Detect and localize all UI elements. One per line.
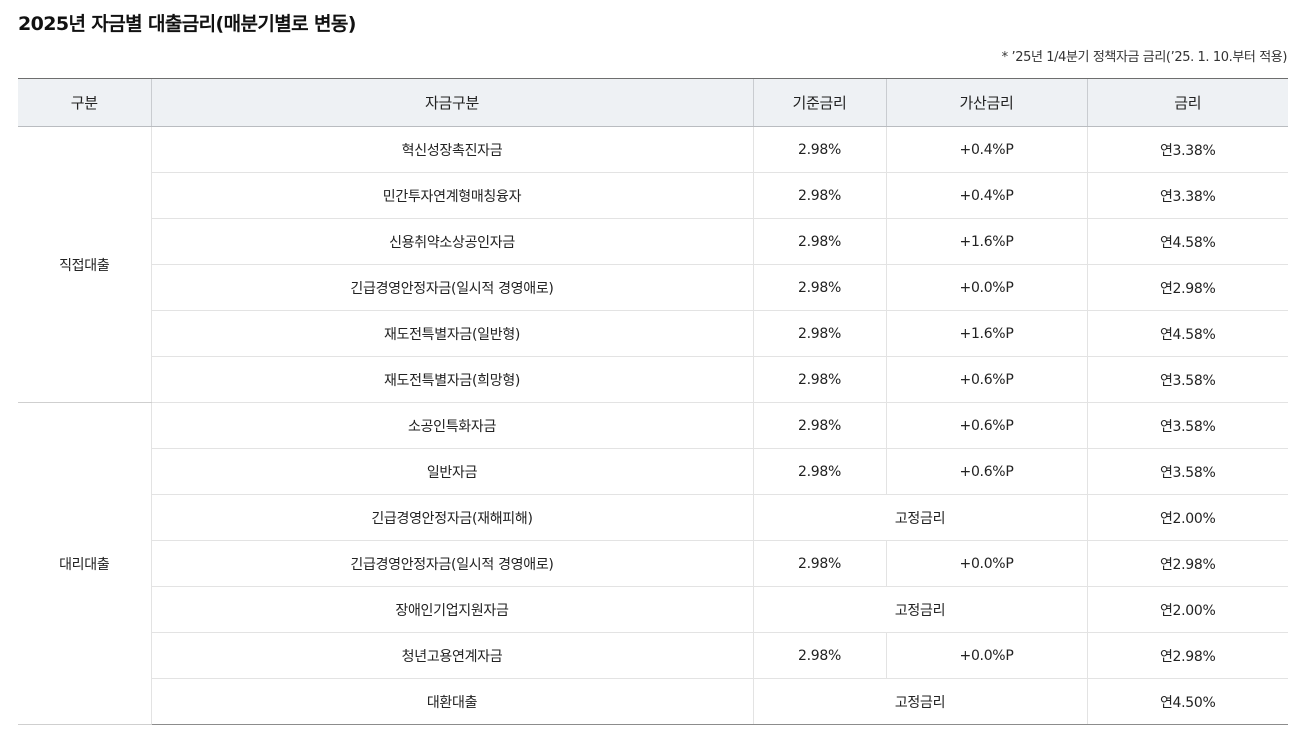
- fund-name-cell: 긴급경영안정자금(일시적 경영애로): [150, 540, 753, 587]
- rate-cell: 연3.38%: [1086, 126, 1288, 173]
- category-cell: 직접대출: [18, 126, 151, 403]
- spread-cell: +0.0%P: [885, 264, 1087, 311]
- fund-name-cell: 긴급경영안정자금(일시적 경영애로): [150, 264, 753, 311]
- rate-cell: 연2.00%: [1086, 494, 1288, 541]
- base-rate-cell: 2.98%: [752, 126, 886, 173]
- spread-cell: +0.0%P: [885, 540, 1087, 587]
- fund-name-cell: 혁신성장촉진자금: [150, 126, 753, 173]
- table-row: 장애인기업지원자금 고정금리 연2.00%: [18, 586, 1288, 633]
- spread-cell: +0.4%P: [885, 172, 1087, 219]
- rate-cell: 연3.58%: [1086, 356, 1288, 403]
- rate-cell: 연3.58%: [1086, 402, 1288, 449]
- table-row: 신용취약소상공인자금 2.98% +1.6%P 연4.58%: [18, 218, 1288, 265]
- fund-name-cell: 신용취약소상공인자금: [150, 218, 753, 265]
- fund-name-cell: 장애인기업지원자금: [150, 586, 753, 633]
- rate-cell: 연2.98%: [1086, 264, 1288, 311]
- fund-name-cell: 긴급경영안정자금(재해피해): [150, 494, 753, 541]
- rate-cell: 연4.50%: [1086, 678, 1288, 725]
- rate-cell: 연3.58%: [1086, 448, 1288, 495]
- column-header-fund: 자금구분: [150, 78, 753, 127]
- base-rate-cell: 2.98%: [752, 402, 886, 449]
- rate-cell: 연2.00%: [1086, 586, 1288, 633]
- fund-name-cell: 대환대출: [150, 678, 753, 725]
- table-row: 긴급경영안정자금(일시적 경영애로) 2.98% +0.0%P 연2.98%: [18, 264, 1288, 311]
- table-row: 긴급경영안정자금(재해피해) 고정금리 연2.00%: [18, 494, 1288, 541]
- spread-cell: +1.6%P: [885, 218, 1087, 265]
- table-row: 직접대출 혁신성장촉진자금 2.98% +0.4%P 연3.38%: [18, 126, 1288, 403]
- base-rate-cell: 2.98%: [752, 172, 886, 219]
- fund-name-cell: 민간투자연계형매칭융자: [150, 172, 753, 219]
- page-title: 2025년 자금별 대출금리(매분기별로 변동): [18, 13, 357, 35]
- column-header-spread: 가산금리: [885, 78, 1087, 127]
- column-header-category: 구분: [18, 78, 151, 127]
- table-row: 민간투자연계형매칭융자 2.98% +0.4%P 연3.38%: [18, 172, 1288, 219]
- spread-cell: +0.4%P: [885, 126, 1087, 173]
- fixed-rate-cell: 고정금리: [752, 678, 1087, 725]
- fixed-rate-cell: 고정금리: [752, 494, 1087, 541]
- spread-cell: +0.0%P: [885, 632, 1087, 679]
- loan-rate-table: 구분 자금구분 기준금리 가산금리 금리 직접대출 혁신성장촉진자금 2.98% +0…: [18, 78, 1288, 725]
- base-rate-cell: 2.98%: [752, 632, 886, 679]
- column-header-rate: 금리: [1086, 78, 1288, 127]
- table-body: 직접대출 혁신성장촉진자금 2.98% +0.4%P 연3.38% 민간투자연계형매칭융자…: [18, 126, 1288, 725]
- spread-cell: +0.6%P: [885, 448, 1087, 495]
- category-cell: 대리대출: [18, 402, 151, 725]
- fund-name-cell: 재도전특별자금(일반형): [150, 310, 753, 357]
- spread-cell: +0.6%P: [885, 356, 1087, 403]
- rate-cell: 연4.58%: [1086, 218, 1288, 265]
- fund-name-cell: 소공인특화자금: [150, 402, 753, 449]
- spread-cell: +0.6%P: [885, 402, 1087, 449]
- rate-cell: 연2.98%: [1086, 632, 1288, 679]
- fund-name-cell: 일반자금: [150, 448, 753, 495]
- column-header-base-rate: 기준금리: [752, 78, 886, 127]
- base-rate-cell: 2.98%: [752, 264, 886, 311]
- base-rate-cell: 2.98%: [752, 310, 886, 357]
- rate-cell: 연3.38%: [1086, 172, 1288, 219]
- fixed-rate-cell: 고정금리: [752, 586, 1087, 633]
- table-row: 청년고용연계자금 2.98% +0.0%P 연2.98%: [18, 632, 1288, 679]
- base-rate-cell: 2.98%: [752, 356, 886, 403]
- rate-notice: * ’25년 1/4분기 정책자금 금리(’25. 1. 10.부터 적용): [1001, 50, 1288, 65]
- fund-name-cell: 재도전특별자금(희망형): [150, 356, 753, 403]
- table-row: 긴급경영안정자금(일시적 경영애로) 2.98% +0.0%P 연2.98%: [18, 540, 1288, 587]
- base-rate-cell: 2.98%: [752, 218, 886, 265]
- rate-cell: 연4.58%: [1086, 310, 1288, 357]
- base-rate-cell: 2.98%: [752, 540, 886, 587]
- table-row: 재도전특별자금(희망형) 2.98% +0.6%P 연3.58%: [18, 356, 1288, 403]
- fund-name-cell: 청년고용연계자금: [150, 632, 753, 679]
- base-rate-cell: 2.98%: [752, 448, 886, 495]
- table-row: 일반자금 2.98% +0.6%P 연3.58%: [18, 448, 1288, 495]
- table-row: 대환대출 고정금리 연4.50%: [18, 678, 1288, 725]
- rate-cell: 연2.98%: [1086, 540, 1288, 587]
- table-header-row: 구분 자금구분 기준금리 가산금리 금리: [18, 78, 1288, 127]
- table-row: 대리대출 소공인특화자금 2.98% +0.6%P 연3.58%: [18, 402, 1288, 725]
- spread-cell: +1.6%P: [885, 310, 1087, 357]
- table-row: 재도전특별자금(일반형) 2.98% +1.6%P 연4.58%: [18, 310, 1288, 357]
